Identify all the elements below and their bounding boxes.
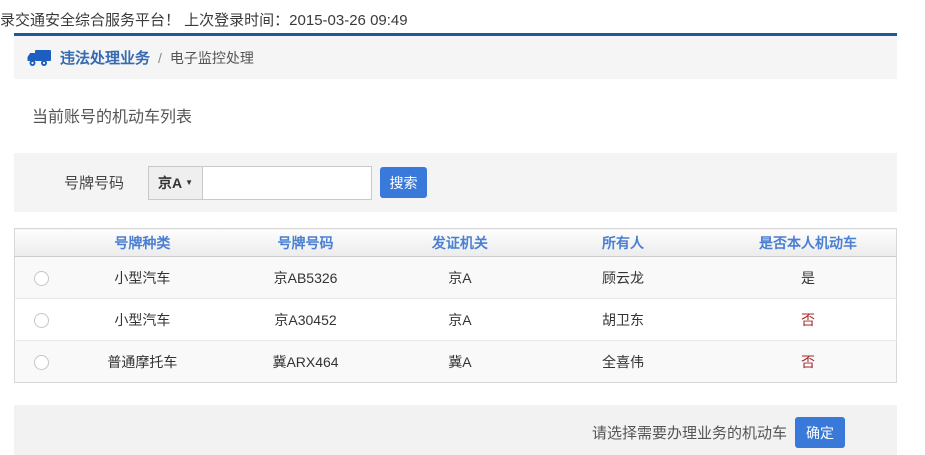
plate-number-cell: 京A30452 — [217, 299, 393, 341]
main-container: 违法处理业务 / 电子监控处理 当前账号的机动车列表 号牌号码 京A ▼ 搜索 … — [14, 33, 897, 455]
column-header-plate-number: 号牌号码 — [217, 229, 393, 257]
radio-column-header — [15, 229, 68, 257]
truck-icon — [27, 49, 51, 67]
radio-cell — [15, 257, 68, 299]
issuing-authority-cell: 京A — [394, 299, 526, 341]
column-header-plate-type: 号牌种类 — [67, 229, 217, 257]
is-own-cell: 否 — [720, 341, 896, 383]
row-radio[interactable] — [34, 313, 49, 328]
row-radio[interactable] — [34, 355, 49, 370]
table-row: 小型汽车 京A30452 京A 胡卫东 否 — [15, 299, 897, 341]
column-header-issuing-authority: 发证机关 — [394, 229, 526, 257]
confirm-button[interactable]: 确定 — [795, 417, 845, 448]
breadcrumb-separator: / — [158, 50, 162, 66]
breadcrumb-current: 电子监控处理 — [170, 48, 254, 68]
search-panel: 号牌号码 京A ▼ 搜索 — [14, 153, 897, 212]
welcome-bar: 录交通安全综合服务平台！ 上次登录时间：2015-03-26 09:49 — [0, 0, 925, 33]
vehicle-table-header: 号牌种类 号牌号码 发证机关 所有人 是否本人机动车 — [15, 229, 897, 257]
vehicle-table: 号牌种类 号牌号码 发证机关 所有人 是否本人机动车 小型汽车 京AB5326 … — [14, 228, 897, 383]
is-own-cell: 是 — [720, 257, 896, 299]
owner-cell: 顾云龙 — [526, 257, 720, 299]
plate-type-cell: 普通摩托车 — [67, 341, 217, 383]
issuing-authority-cell: 京A — [394, 257, 526, 299]
plate-number-input[interactable] — [203, 167, 371, 199]
breadcrumb-section-link[interactable]: 违法处理业务 — [60, 47, 150, 68]
breadcrumb: 违法处理业务 / 电子监控处理 — [14, 33, 897, 79]
is-own-cell: 否 — [720, 299, 896, 341]
column-header-owner: 所有人 — [526, 229, 720, 257]
plate-number-label: 号牌号码 — [64, 172, 124, 193]
plate-type-cell: 小型汽车 — [67, 257, 217, 299]
radio-cell — [15, 299, 68, 341]
row-radio[interactable] — [34, 271, 49, 286]
page-title: 当前账号的机动车列表 — [32, 103, 897, 127]
issuing-authority-cell: 冀A — [394, 341, 526, 383]
radio-cell — [15, 341, 68, 383]
plate-number-cell: 京AB5326 — [217, 257, 393, 299]
plate-prefix-dropdown[interactable]: 京A ▼ — [149, 167, 203, 199]
plate-number-cell: 冀ARX464 — [217, 341, 393, 383]
plate-prefix-value: 京A — [158, 173, 182, 193]
owner-cell: 全喜伟 — [526, 341, 720, 383]
chevron-down-icon: ▼ — [185, 178, 193, 187]
search-button[interactable]: 搜索 — [380, 167, 427, 198]
welcome-text: 录交通安全综合服务平台！ 上次登录时间：2015-03-26 09:49 — [0, 12, 408, 29]
vehicle-table-body: 小型汽车 京AB5326 京A 顾云龙 是 小型汽车 京A30452 京A 胡卫… — [15, 257, 897, 383]
plate-input-group: 京A ▼ — [148, 166, 372, 200]
plate-type-cell: 小型汽车 — [67, 299, 217, 341]
table-row: 普通摩托车 冀ARX464 冀A 全喜伟 否 — [15, 341, 897, 383]
column-header-is-own: 是否本人机动车 — [720, 229, 896, 257]
owner-cell: 胡卫东 — [526, 299, 720, 341]
table-row: 小型汽车 京AB5326 京A 顾云龙 是 — [15, 257, 897, 299]
footer-hint: 请选择需要办理业务的机动车 — [592, 422, 787, 443]
footer-bar: 请选择需要办理业务的机动车 确定 — [14, 405, 897, 455]
